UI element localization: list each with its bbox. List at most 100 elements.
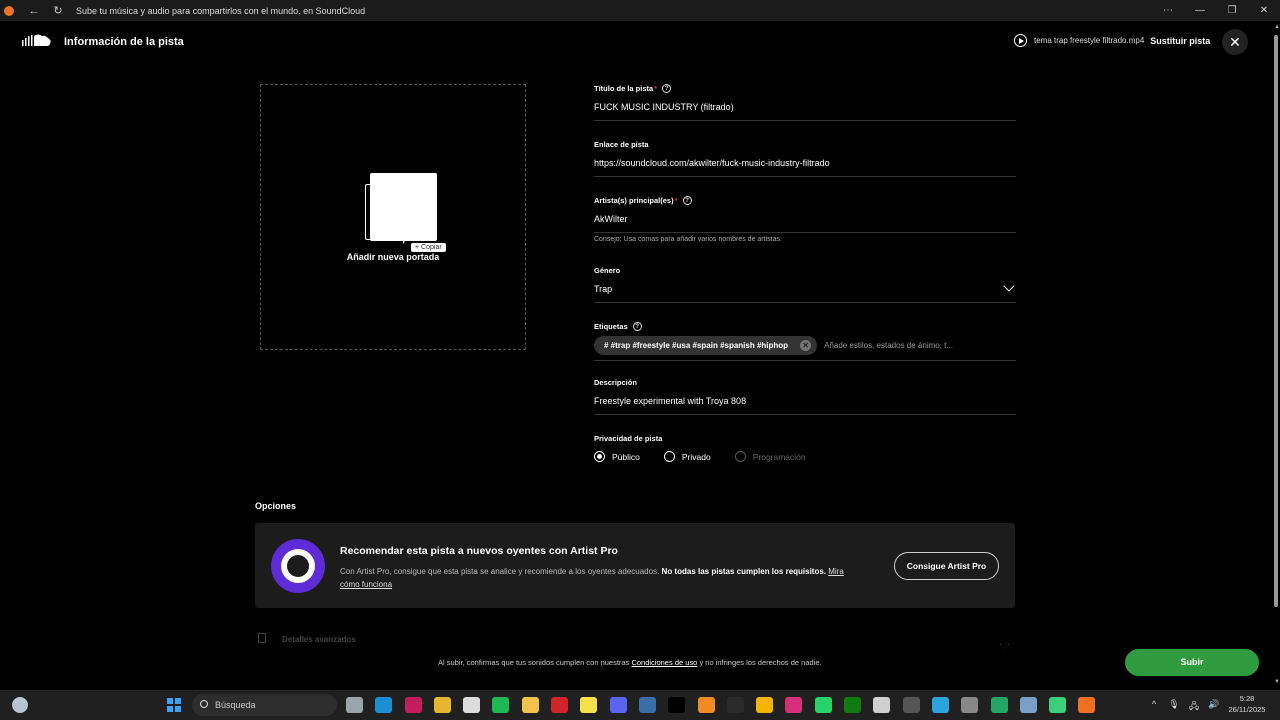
description-label: Descripción [594, 378, 637, 387]
scrollbar[interactable]: ▲ ▼ [1272, 21, 1280, 690]
reload-icon[interactable]: ↻ [46, 4, 70, 17]
tags-placeholder[interactable]: Añade estilos, estados de ánimo, t... [824, 341, 953, 350]
title-input[interactable]: FUCK MUSIC INDUSTRY (filtrado) [594, 102, 1016, 121]
upload-button[interactable]: Subir [1125, 649, 1259, 676]
genre-select[interactable]: Trap [594, 280, 1016, 303]
chrome-icon[interactable] [433, 697, 451, 713]
fl-studio-icon[interactable] [697, 697, 715, 713]
soundcloud-icon[interactable] [1078, 697, 1096, 713]
app-grid-icon[interactable] [961, 697, 979, 713]
weather-icon[interactable] [12, 697, 28, 713]
window-title: Sube tu música y audio para compartirlos… [76, 5, 366, 16]
description-field: Descripción Freestyle experimental with … [594, 378, 1016, 415]
minimize-icon[interactable]: — [1184, 0, 1216, 21]
start-icon[interactable] [167, 698, 181, 712]
app-stack-icon[interactable] [873, 697, 891, 713]
opera-icon[interactable] [404, 697, 422, 713]
privacy-public-radio[interactable]: Público [594, 451, 640, 462]
steam-icon[interactable] [638, 697, 656, 713]
sheets-icon[interactable] [990, 697, 1008, 713]
netflix-icon[interactable] [668, 697, 686, 713]
genre-field: Género Trap [594, 266, 1016, 303]
notes-icon[interactable] [580, 697, 598, 713]
restore-icon[interactable]: ❐ [1216, 0, 1248, 21]
tags-input[interactable]: # #trap #freestyle #usa #spain #spanish … [594, 336, 1016, 361]
app-red-icon[interactable] [551, 697, 569, 713]
whatsapp-icon[interactable] [814, 697, 832, 713]
taskbar-search[interactable]: Búsqueda [192, 694, 337, 716]
remove-tag-icon[interactable]: ✕ [800, 340, 812, 351]
close-icon[interactable]: ✕ [1222, 29, 1248, 55]
tray-chevron-icon[interactable]: ^ [1144, 699, 1164, 715]
browser-titlebar: ← ↻ Sube tu música y audio para comparti… [0, 0, 1280, 21]
genre-label: Género [594, 266, 621, 275]
required-mark: * [674, 196, 678, 205]
epic-games-icon[interactable] [726, 697, 744, 713]
scroll-down-icon[interactable]: ▼ [1274, 679, 1280, 685]
radio-unchecked-icon [663, 451, 675, 462]
taskbar-search-label: Búsqueda [215, 700, 256, 710]
scrollbar-thumb[interactable] [1274, 35, 1278, 607]
volume-icon[interactable]: 🔊 [1204, 699, 1224, 715]
promo-text: Con Artist Pro, consigue que esta pista … [340, 567, 844, 589]
help-icon[interactable]: ? [662, 84, 672, 93]
privacy-field: Privacidad de pista Público Privado Prog… [594, 434, 1016, 462]
add-cover-label[interactable]: Añadir nueva portada [261, 252, 525, 262]
network-icon[interactable]: 🖧 [1184, 699, 1204, 715]
title-field: Título de la pista * ? FUCK MUSIC INDUST… [594, 84, 1016, 121]
link-input[interactable]: https://soundcloud.com/akwilter/fuck-mus… [594, 158, 1016, 177]
play-icon[interactable] [1014, 34, 1027, 47]
tags-field: Etiquetas ? # #trap #freestyle #usa #spa… [594, 322, 1016, 361]
menu-icon[interactable]: ⋯ [1152, 0, 1184, 21]
spotify-icon[interactable] [492, 697, 510, 713]
app-green-icon[interactable] [1049, 697, 1067, 713]
instagram-icon[interactable] [785, 697, 803, 713]
discord-icon[interactable] [609, 697, 627, 713]
cover-dropzone[interactable]: Añadir nueva portada + Copiar [260, 84, 526, 350]
window-close-icon[interactable]: ✕ [1248, 0, 1280, 21]
replace-track-button[interactable]: Sustituir pista [1150, 36, 1210, 46]
system-tray: ^ 🎙 🖧 🔊 [1144, 699, 1224, 715]
microphone-icon[interactable]: 🎙 [1164, 699, 1184, 715]
soundcloud-favicon-icon [4, 5, 14, 16]
explorer-icon[interactable] [521, 697, 539, 713]
privacy-public-label: Público [612, 451, 640, 462]
app-header: Información de la pista tema trap freest… [0, 21, 1272, 63]
app-notify-icon[interactable] [902, 697, 920, 713]
options-heading: Opciones [255, 501, 297, 511]
xbox-icon[interactable] [844, 697, 862, 713]
scroll-up-icon[interactable]: ▲ [1274, 24, 1280, 30]
soundcloud-logo-icon [22, 34, 51, 46]
help-icon[interactable]: ? [682, 196, 692, 205]
artist-field: Artista(s) principal(es) * ? AkWilter Co… [594, 196, 1016, 243]
description-input[interactable]: Freestyle experimental with Troya 808 [594, 396, 1016, 415]
chevron-down-icon[interactable] [1003, 280, 1015, 292]
advanced-details-title: Detalles avanzados [282, 635, 356, 644]
required-mark: * [654, 84, 658, 93]
store-icon[interactable] [463, 697, 481, 713]
terms-link[interactable]: Condiciones de uso [631, 658, 697, 667]
upload-footer: Al subir, confirmas que tus sonidos cump… [0, 645, 1272, 690]
camera-icon[interactable] [1019, 697, 1037, 713]
clock-date: 26/11/2025 [1228, 705, 1266, 714]
artist-input[interactable]: AkWilter [594, 214, 1016, 233]
edge-icon[interactable] [375, 697, 393, 713]
telegram-icon[interactable] [931, 697, 949, 713]
rockstar-icon[interactable] [756, 697, 774, 713]
windows-taskbar: Búsqueda ^ 🎙 🖧 🔊 5:28 26/11/2025 [0, 690, 1280, 720]
get-artist-pro-button[interactable]: Consigue Artist Pro [894, 552, 999, 580]
promo-title: Recomendar esta pista a nuevos oyentes c… [340, 545, 618, 557]
help-icon[interactable]: ? [632, 322, 642, 331]
copy-tooltip: + Copiar [411, 243, 446, 252]
image-placeholder-icon [370, 173, 437, 241]
privacy-private-radio[interactable]: Privado [663, 451, 711, 462]
artist-hint: Consejo: Usa comas para añadir varios no… [594, 236, 782, 243]
tag-chip: # #trap #freestyle #usa #spain #spanish … [594, 336, 818, 355]
tag-chip-label: # #trap #freestyle #usa #spain #spanish … [604, 341, 789, 350]
back-icon[interactable]: ← [22, 5, 46, 17]
privacy-schedule-label: Programación [752, 451, 806, 462]
task-view-icon[interactable] [346, 697, 363, 713]
taskbar-clock[interactable]: 5:28 26/11/2025 [1222, 693, 1272, 715]
artist-label: Artista(s) principal(es) [594, 196, 674, 205]
privacy-label: Privacidad de pista [594, 434, 663, 443]
